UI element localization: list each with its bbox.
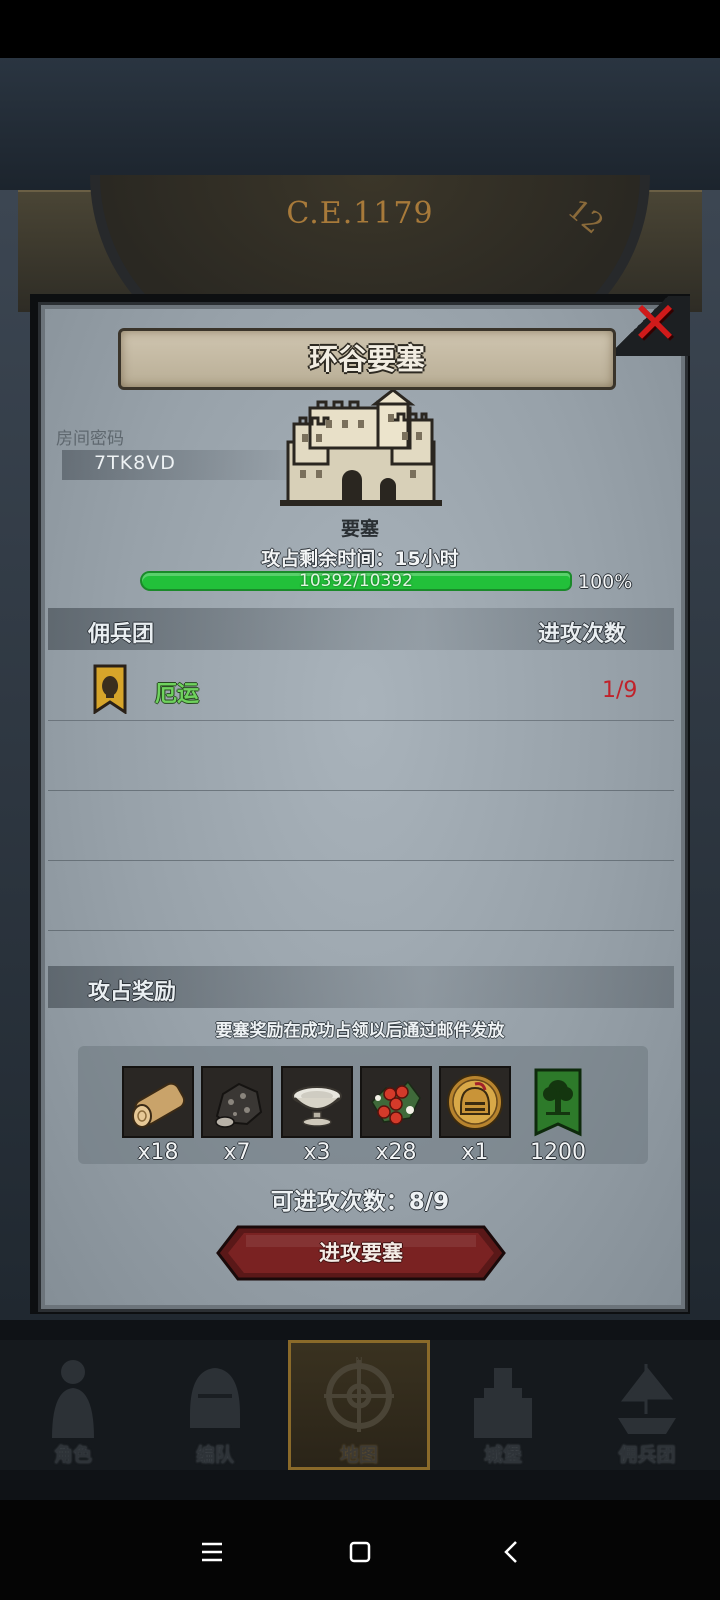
nav-label-map: 地图 [339,1444,378,1466]
compass-icon: N [324,1356,394,1432]
reward-qty-bowl: x3 [303,1140,331,1165]
tree-banner-icon[interactable] [522,1068,594,1138]
helmet-icon [447,1074,503,1130]
attack-fortress-button[interactable] [216,1225,506,1281]
banner-icon [93,664,127,714]
nav-label-mercenary: 佣兵团 [618,1444,676,1466]
mercenary-row[interactable] [48,650,674,721]
back-icon[interactable] [490,1530,534,1574]
nav-label-formation: 编队 [195,1444,234,1466]
svg-text:N: N [355,1356,362,1367]
room-password-code: 7TK8VD [94,452,176,474]
available-attack-count: 可进攻次数：8/9 [270,1189,450,1215]
nav-label-character: 角色 [53,1444,92,1466]
mercenary-name: 厄运 [155,682,200,707]
nav-tab-character[interactable]: 角色 [2,1340,144,1470]
building-type-label: 要塞 [340,518,379,540]
top-bar-background [0,58,720,190]
nav-tab-map[interactable]: N 地图 [288,1340,430,1470]
knight-icon [52,1360,94,1438]
fortress-hp-percent: 100% [578,571,633,593]
nav-tab-castle[interactable]: 城堡 [432,1340,574,1470]
reward-item-berries[interactable] [360,1066,432,1138]
reward-qty-berries: x28 [375,1140,417,1165]
fortress-castle-icon [280,390,442,506]
berries-icon [371,1080,421,1125]
home-icon[interactable] [338,1530,382,1574]
reward-qty-helmet: x1 [461,1140,489,1165]
reward-qty-wood: x18 [137,1140,179,1165]
helmet-icon [190,1368,240,1428]
bowl-icon [292,1086,342,1127]
reward-qty-ore: x7 [223,1140,251,1165]
reward-section-label: 攻占奖励 [88,980,177,1005]
nav-tab-mercenary[interactable]: 佣兵团 [576,1340,718,1470]
ship-icon [618,1363,676,1434]
reward-qty-influence: 1200 [530,1140,586,1165]
wood-log-icon [132,1082,186,1128]
empty-mercenary-row [48,860,674,931]
empty-mercenary-row [48,720,674,791]
era-label: C.E.1179 [286,196,434,231]
empty-mercenary-row [48,790,674,861]
mercenary-attack-count: 1/9 [602,678,638,703]
modal-title: 环谷要塞 [308,342,425,376]
nav-label-castle: 城堡 [483,1444,522,1466]
menu-icon[interactable] [190,1530,234,1574]
reward-item-ore[interactable] [201,1066,273,1138]
status-strip [0,0,720,58]
fortress-hp-text: 10392/10392 [299,571,413,591]
reward-item-helmet[interactable] [439,1066,511,1138]
mercenary-section-label: 佣兵团 [88,622,155,647]
ore-rock-icon [215,1082,263,1128]
nav-tab-formation[interactable]: 编队 [144,1340,286,1470]
reward-note: 要塞奖励在成功占领以后通过邮件发放 [215,1021,505,1041]
close-icon[interactable]: ✕ [628,294,682,352]
reward-item-bowl[interactable] [281,1066,353,1138]
reward-item-wood[interactable] [122,1066,194,1138]
castle-icon [474,1368,532,1438]
attack-count-header: 进攻次数 [538,622,627,647]
room-password-label: 房间密码 [56,429,124,449]
capture-time-remaining: 攻占剩余时间：15小时 [261,548,459,570]
